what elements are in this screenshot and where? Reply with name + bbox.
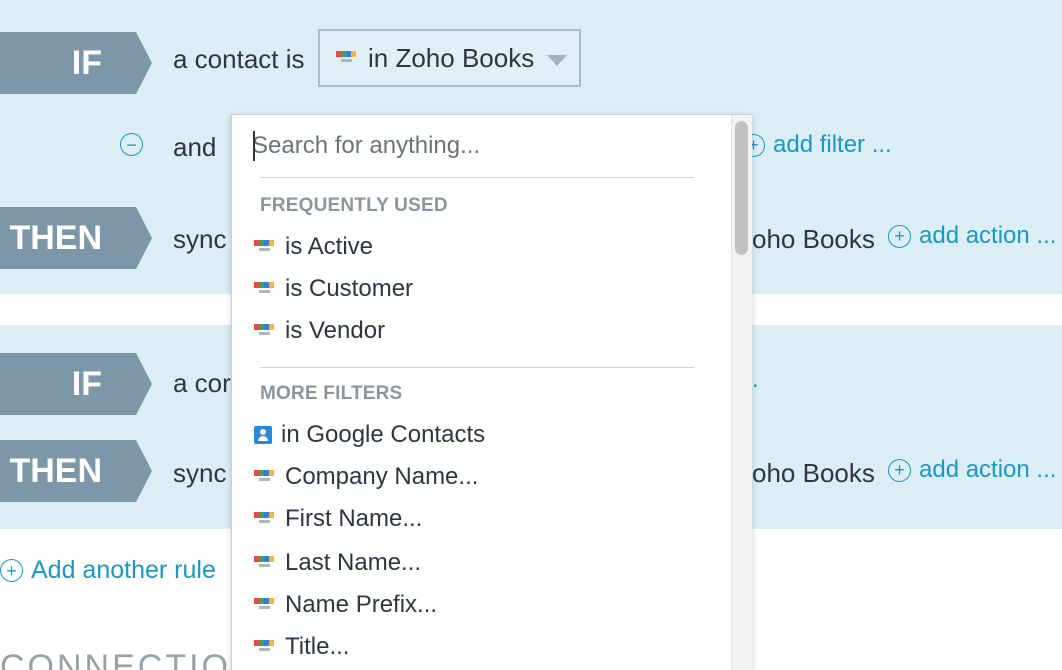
filter-item-label: is Customer (285, 275, 414, 302)
if-condition-text: a cor (173, 368, 231, 398)
filter-item-label: First Name... (285, 505, 423, 532)
google-contacts-icon (254, 426, 272, 444)
text-cursor (253, 131, 255, 161)
divider (260, 177, 694, 178)
filter-item[interactable]: Title... (254, 633, 349, 661)
filter-item[interactable]: is Customer (254, 275, 413, 303)
source-dropdown[interactable]: in Zoho Books (318, 29, 581, 87)
and-text: and (173, 132, 217, 162)
add-filter-label: add filter ... (773, 131, 892, 158)
if-tag: IF (0, 32, 152, 94)
zoho-books-icon (254, 323, 276, 339)
filter-item-label: Company Name... (285, 463, 479, 490)
filter-item-label: Title... (285, 633, 350, 660)
filter-item[interactable]: Last Name... (254, 549, 421, 577)
filter-item[interactable]: in Google Contacts (254, 421, 485, 449)
filter-item[interactable]: is Vendor (254, 317, 385, 345)
add-icon: + (888, 224, 911, 248)
add-rule-link[interactable]: + Add another rule (0, 556, 216, 585)
section-heading: CONNECTION (0, 648, 259, 670)
filter-item[interactable]: Company Name... (254, 463, 478, 491)
then-target-text: oho Books (752, 224, 875, 254)
if-trailing-text: . (752, 366, 759, 393)
remove-filter-icon[interactable]: − (120, 133, 143, 156)
divider (260, 367, 694, 368)
if-condition-text: a contact is (173, 44, 305, 74)
chevron-down-icon (547, 55, 567, 66)
then-tag: THEN (0, 207, 152, 269)
add-action-label: add action ... (919, 456, 1057, 483)
scrollbar-thumb[interactable] (735, 121, 748, 255)
filter-item[interactable]: First Name... (254, 505, 422, 533)
then-target-text: oho Books (752, 458, 875, 488)
filter-dropdown-panel: FREQUENTLY USED is Active is Customer is… (231, 114, 752, 670)
add-icon: + (0, 559, 23, 582)
section-header-more-filters: MORE FILTERS (260, 383, 403, 404)
section-header-frequently-used: FREQUENTLY USED (260, 195, 448, 216)
add-action-link[interactable]: + add action ... (888, 456, 1056, 484)
filter-item[interactable]: Name Prefix... (254, 591, 437, 619)
add-action-link[interactable]: + add action ... (888, 222, 1056, 250)
if-tag: IF (0, 353, 152, 415)
zoho-books-icon (254, 597, 276, 613)
zoho-books-icon (254, 511, 276, 527)
filter-item-label: is Active (285, 233, 374, 260)
then-action-text: sync (173, 224, 227, 254)
zoho-books-icon (336, 50, 358, 66)
filter-item[interactable]: is Active (254, 233, 373, 261)
zoho-books-icon (254, 555, 276, 571)
filter-item-label: in Google Contacts (281, 421, 486, 448)
add-action-label: add action ... (919, 222, 1057, 249)
search-input[interactable] (252, 127, 694, 165)
then-tag: THEN (0, 440, 152, 502)
source-dropdown-value: in Zoho Books (368, 42, 535, 73)
zoho-books-icon (254, 239, 276, 255)
then-action-text: sync (173, 458, 227, 488)
zoho-books-icon (254, 469, 276, 485)
filter-item-label: Last Name... (285, 549, 422, 576)
dropdown-scrollbar[interactable] (731, 115, 752, 670)
filter-item-label: is Vendor (285, 317, 386, 344)
add-rule-label: Add another rule (31, 556, 216, 584)
add-icon: + (888, 458, 911, 482)
filter-item-label: Name Prefix... (285, 591, 438, 618)
zoho-books-icon (254, 281, 276, 297)
add-filter-link[interactable]: + add filter ... (742, 131, 892, 159)
zoho-books-icon (254, 639, 276, 655)
